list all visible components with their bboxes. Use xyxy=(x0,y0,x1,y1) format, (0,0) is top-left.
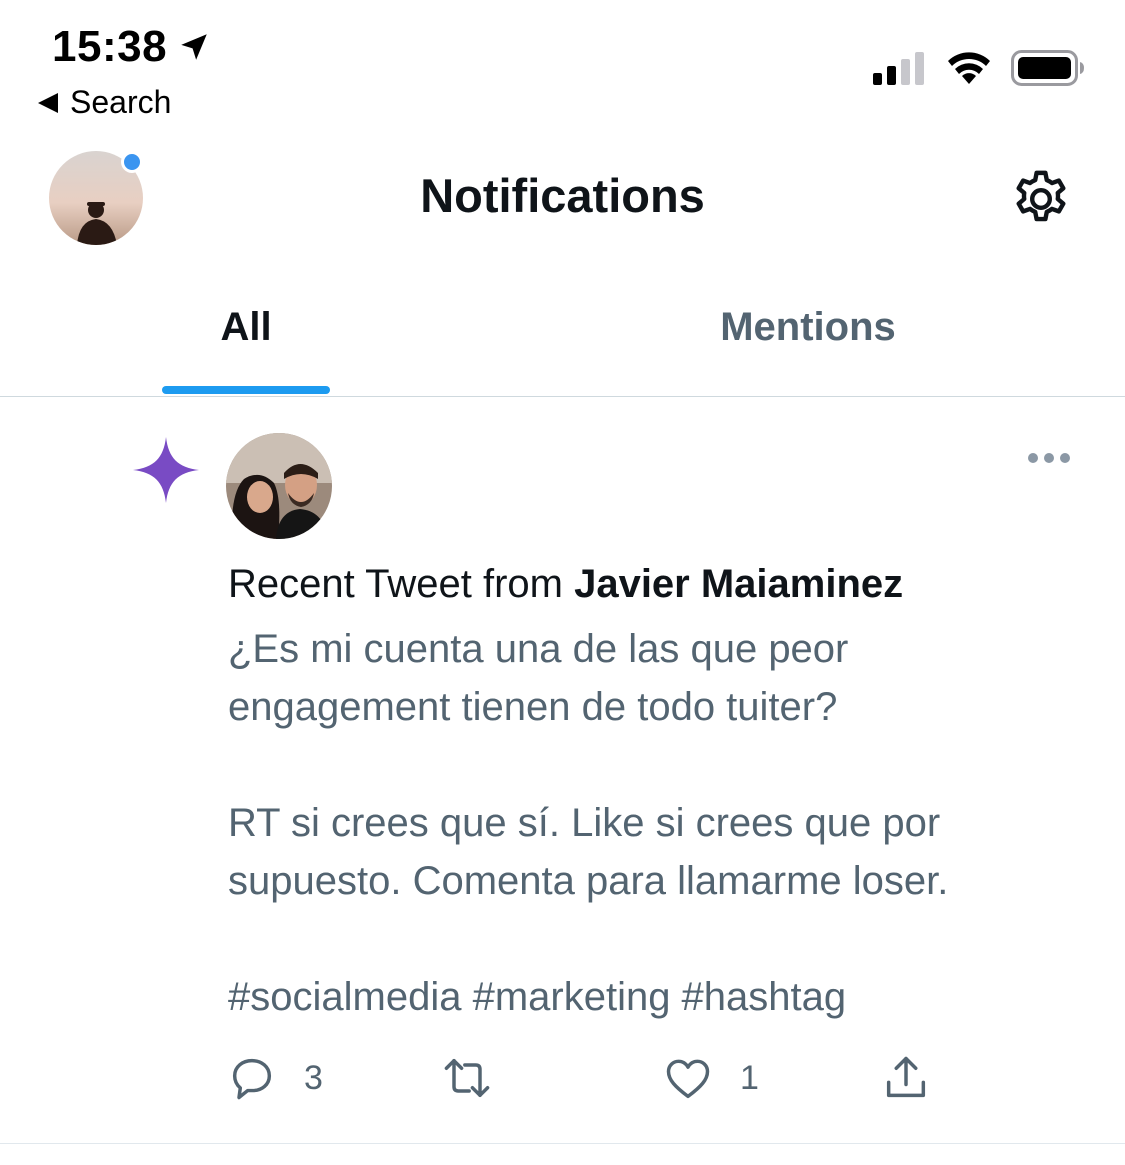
back-to-search-button[interactable]: Search xyxy=(38,84,171,121)
like-count: 1 xyxy=(740,1058,759,1097)
tweet-text[interactable]: ¿Es mi cuenta una de las que peor engage… xyxy=(228,620,1088,1026)
like-button[interactable]: 1 xyxy=(662,1052,759,1104)
back-label: Search xyxy=(70,84,172,120)
page-title: Notifications xyxy=(420,169,705,222)
back-triangle-icon xyxy=(38,92,58,113)
retweet-icon xyxy=(444,1058,490,1098)
location-arrow-icon xyxy=(181,34,207,60)
tab-mentions[interactable]: Mentions xyxy=(688,305,928,350)
tweet-hashtags[interactable]: #socialmedia #marketing #hashtag xyxy=(228,968,1088,1026)
heading-prefix: Recent Tweet from xyxy=(228,562,575,606)
clock-time: 15:38 xyxy=(52,22,168,71)
cellular-signal-icon xyxy=(873,52,924,85)
tab-all[interactable]: All xyxy=(162,305,330,350)
heart-icon xyxy=(666,1059,710,1099)
status-time: 15:38 xyxy=(52,22,211,72)
author-avatar[interactable] xyxy=(226,433,332,539)
more-options-button[interactable] xyxy=(1028,453,1070,463)
more-dot xyxy=(1044,453,1054,463)
sparkle-icon xyxy=(133,437,199,503)
share-button[interactable] xyxy=(880,1052,932,1104)
retweet-button[interactable] xyxy=(441,1052,493,1104)
more-dot xyxy=(1060,453,1070,463)
tweet-line: engagement tienen de todo tuiter? xyxy=(228,685,838,729)
author-name[interactable]: Javier Maiaminez xyxy=(574,562,903,606)
reply-button[interactable]: 3 xyxy=(226,1052,323,1104)
active-tab-indicator xyxy=(162,386,330,394)
share-icon xyxy=(886,1056,926,1098)
reply-count: 3 xyxy=(304,1058,323,1097)
tabs-divider xyxy=(0,396,1125,397)
author-photo xyxy=(226,433,332,539)
notification-heading: Recent Tweet from Javier Maiaminez xyxy=(228,562,903,607)
gear-icon[interactable] xyxy=(1008,166,1074,232)
battery-icon xyxy=(1011,50,1084,86)
more-dots-icon xyxy=(1028,453,1038,463)
tweet-line: ¿Es mi cuenta una de las que peor xyxy=(228,627,849,671)
reply-icon xyxy=(232,1058,272,1100)
notification-divider xyxy=(0,1143,1125,1144)
status-indicators xyxy=(873,50,1085,86)
tweet-actions: 3 1 xyxy=(226,1052,946,1108)
wifi-icon xyxy=(948,52,990,84)
tweet-line: supuesto. Comenta para llamarme loser. xyxy=(228,859,949,903)
tweet-line: RT si crees que sí. Like si crees que po… xyxy=(228,801,941,845)
